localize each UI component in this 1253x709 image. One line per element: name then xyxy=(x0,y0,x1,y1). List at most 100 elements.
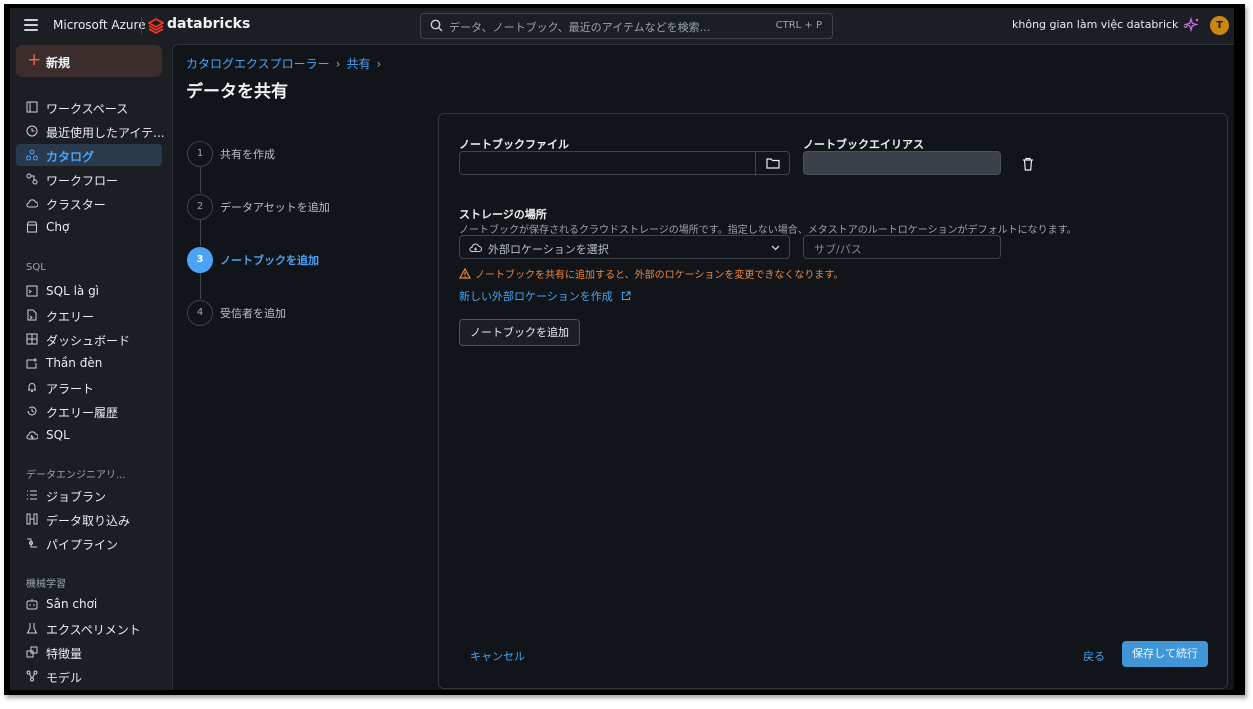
bell-icon xyxy=(28,383,36,392)
sidebar-item-genie[interactable]: Thần đèn xyxy=(16,352,162,374)
search-shortcut: CTRL + P xyxy=(775,20,822,31)
step-add-data-assets[interactable]: 2 データアセットを追加 xyxy=(187,194,427,220)
search-icon xyxy=(430,19,443,32)
user-avatar[interactable]: T xyxy=(1210,16,1229,35)
cloud-location-icon xyxy=(469,243,482,253)
assistant-sparkle-icon[interactable] xyxy=(1184,17,1200,33)
sidebar-item-sql-editor[interactable]: SQL là gì xyxy=(16,280,162,302)
hamburger-menu-icon[interactable] xyxy=(24,19,38,31)
breadcrumb-separator: › xyxy=(335,57,341,71)
microsoft-azure-label: Microsoft Azure xyxy=(53,18,146,32)
job-runs-icon xyxy=(27,490,37,500)
sidebar-item-label: パイプライン xyxy=(46,538,119,552)
sidebar-item-label: Thần đèn xyxy=(46,356,103,370)
sidebar-item-label: アラート xyxy=(46,382,95,396)
features-icon xyxy=(26,646,38,658)
step-connector xyxy=(200,167,201,193)
workspace-switcher[interactable]: không gian làm việc databrick ⌄ xyxy=(1012,18,1189,31)
databricks-app: Microsoft Azure databricks データ、ノートブック、最近… xyxy=(10,8,1234,690)
save-continue-button[interactable]: 保存して続行 xyxy=(1122,641,1208,667)
notebook-file-input[interactable] xyxy=(459,151,791,176)
step-number: 3 xyxy=(187,247,213,273)
sidebar-item-label: ワークフロー xyxy=(46,174,119,188)
market-icon xyxy=(26,221,38,233)
warning-icon xyxy=(458,267,472,279)
step-number: 4 xyxy=(187,300,213,326)
workspace-name: không gian làm việc databrick xyxy=(1012,18,1179,31)
sidebar-item-label: 特徴量 xyxy=(46,647,83,661)
sidebar-item-playground[interactable]: Sân chơi xyxy=(16,593,162,615)
sidebar-item-experiments[interactable]: エクスペリメント xyxy=(16,617,162,639)
sidebar-item-label: クエリー履歴 xyxy=(46,406,119,420)
history-icon xyxy=(27,406,37,416)
workspace-icon xyxy=(26,101,38,113)
dashboard-icon xyxy=(26,333,38,345)
notebook-file-label: ノートブックファイル xyxy=(459,138,569,151)
global-search[interactable]: データ、ノートブック、最近のアイテムなどを検索... CTRL + P xyxy=(420,13,833,39)
external-location-placeholder: 外部ロケーションを選択 xyxy=(488,243,609,256)
subpath-placeholder: サブ/パス xyxy=(814,243,862,256)
new-button[interactable]: + 新規 xyxy=(16,45,162,77)
sidebar-item-label: SQL là gì xyxy=(46,284,100,298)
main-content: カタログエクスプローラー › 共有 › データを共有 1 共有を作成 2 データアセッ… xyxy=(172,44,1234,690)
trash-icon[interactable] xyxy=(1022,157,1034,171)
step-number: 2 xyxy=(187,194,213,220)
step-connector xyxy=(200,273,201,299)
playground-icon xyxy=(26,599,38,610)
pipeline-icon xyxy=(27,538,37,548)
sidebar-item-marketplace[interactable]: Chợ xyxy=(16,216,162,238)
cancel-button[interactable]: キャンセル xyxy=(470,648,525,664)
sidebar-item-label: データ取り込み xyxy=(46,514,131,528)
external-link-icon xyxy=(622,291,631,301)
model-icon xyxy=(26,670,38,682)
sidebar-item-recents[interactable]: 最近使用したアイテ... xyxy=(16,120,165,142)
sidebar-item-sql-warehouses[interactable]: SQL xyxy=(16,424,162,446)
sidebar-item-dashboards[interactable]: ダッシュボード xyxy=(16,328,162,350)
brand-divider xyxy=(141,17,142,35)
ingest-icon xyxy=(26,513,38,525)
search-placeholder: データ、ノートブック、最近のアイテムなどを検索... xyxy=(449,21,711,34)
step-add-recipients[interactable]: 4 受信者を追加 xyxy=(187,300,427,326)
breadcrumb-catalog-explorer[interactable]: カタログエクスプローラー xyxy=(186,57,330,71)
notebook-alias-label: ノートブックエイリアス xyxy=(803,138,924,151)
sidebar-item-models[interactable]: モデル xyxy=(16,665,162,687)
plus-icon: + xyxy=(27,50,42,70)
sidebar-item-query-history[interactable]: クエリー履歴 xyxy=(16,400,162,422)
sidebar-item-features[interactable]: 特徴量 xyxy=(16,641,162,663)
external-location-select[interactable]: 外部ロケーションを選択 xyxy=(459,235,790,259)
back-button[interactable]: 戻る xyxy=(1083,648,1105,664)
create-external-location-link[interactable]: 新しい外部ロケーションを作成 xyxy=(459,288,631,304)
step-add-notebooks[interactable]: 3 ノートブックを追加 xyxy=(187,247,427,273)
sidebar-item-data-ingestion[interactable]: データ取り込み xyxy=(16,508,162,530)
sidebar-item-label: エクスペリメント xyxy=(46,623,141,637)
storage-location-help: ノートブックが保存されるクラウドストレージの場所です。指定しない場合、メタストア… xyxy=(459,225,1077,236)
breadcrumb: カタログエクスプローラー › 共有 › xyxy=(186,55,387,72)
notebook-alias-input[interactable] xyxy=(803,151,1001,175)
location-warning: ノートブックを共有に追加すると、外部のロケーションを変更できなくなります。 xyxy=(458,266,843,281)
browse-folder-button[interactable] xyxy=(755,152,791,176)
step-label: 共有を作成 xyxy=(220,148,275,161)
sidebar-item-job-runs[interactable]: ジョブラン xyxy=(16,484,162,506)
workflow-icon xyxy=(26,173,38,185)
sidebar-item-alerts[interactable]: アラート xyxy=(16,376,162,398)
sidebar-item-catalog[interactable]: カタログ xyxy=(16,144,162,166)
chevron-down-icon xyxy=(771,245,780,251)
sidebar-item-workflows[interactable]: ワークフロー xyxy=(16,168,162,190)
clock-icon xyxy=(26,125,38,137)
step-label: ノートブックを追加 xyxy=(220,254,319,267)
sidebar: + 新規 ワークスペース 最近使用したアイテ... カタログ ワークフロー クラ… xyxy=(10,44,172,690)
databricks-logo-icon xyxy=(148,18,164,34)
subpath-input[interactable]: サブ/パス xyxy=(803,235,1001,259)
sidebar-item-label: Chợ xyxy=(46,220,70,234)
sidebar-item-label: カタログ xyxy=(46,150,95,164)
step-create-share[interactable]: 1 共有を作成 xyxy=(187,141,427,167)
breadcrumb-shares[interactable]: 共有 xyxy=(346,57,370,71)
sidebar-item-pipelines[interactable]: パイプライン xyxy=(16,532,162,554)
sidebar-item-queries[interactable]: クエリー xyxy=(16,304,162,326)
add-notebook-button[interactable]: ノートブックを追加 xyxy=(459,319,580,346)
sidebar-item-workspace[interactable]: ワークスペース xyxy=(16,96,162,118)
cloud-icon xyxy=(26,199,38,208)
databricks-brand[interactable]: databricks xyxy=(167,16,250,32)
sidebar-item-clusters[interactable]: クラスター xyxy=(16,192,162,214)
sidebar-item-label: 最近使用したアイテ... xyxy=(46,126,165,140)
